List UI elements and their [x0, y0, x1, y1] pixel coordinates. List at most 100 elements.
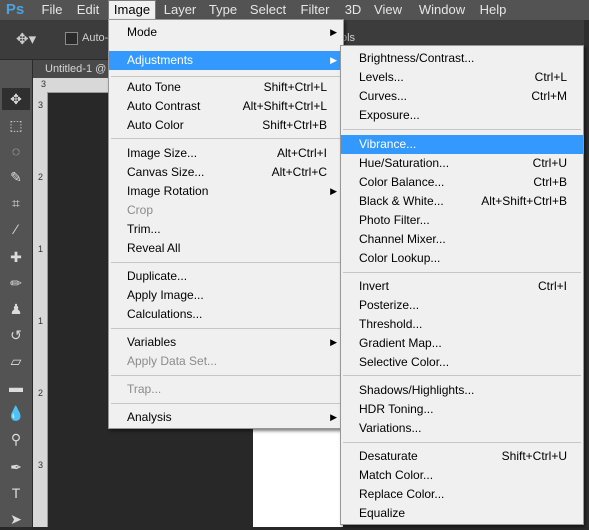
image-menu-auto-color[interactable]: Auto Color Shift+Ctrl+B — [109, 116, 343, 135]
image-menu-apply-data-set: Apply Data Set... — [127, 354, 218, 368]
vertical-ruler: 3 2 1 1 2 3 — [33, 92, 48, 527]
adj-desaturate[interactable]: Desaturate Shift+Ctrl+U — [341, 447, 583, 466]
adj-threshold[interactable]: Threshold... — [341, 315, 583, 334]
adj-hdr-toning[interactable]: HDR Toning... — [341, 400, 583, 419]
menu-separator — [111, 375, 341, 376]
image-menu: Mode ▶ Adjustments ▶ Auto Tone Shift+Ctrl+L… — [108, 19, 344, 429]
marquee-icon[interactable]: ⬚ — [2, 114, 30, 136]
adj-levels[interactable]: Levels... Ctrl+L — [341, 68, 583, 87]
quick-select-icon[interactable]: ✎ — [2, 166, 30, 188]
image-menu-calculations[interactable]: Calculations... — [109, 305, 343, 324]
submenu-arrow-icon: ▶ — [330, 412, 337, 422]
menu-file[interactable]: File — [35, 0, 69, 20]
ruler-mark: 3 — [38, 100, 44, 110]
adj-hue-saturation[interactable]: Hue/Saturation... Ctrl+U — [341, 154, 583, 173]
image-menu-image-rotation[interactable]: Image Rotation ▶ — [109, 182, 343, 201]
menu-separator — [343, 129, 581, 130]
ruler-mark: 2 — [38, 172, 44, 182]
move-icon[interactable]: ✥ — [2, 88, 30, 110]
submenu-arrow-icon: ▶ — [330, 27, 337, 37]
eyedropper-icon[interactable]: ⁄ — [2, 218, 30, 240]
ruler-mark: 3 — [41, 79, 47, 89]
ruler-mark: 1 — [38, 244, 44, 254]
adj-color-balance[interactable]: Color Balance... Ctrl+B — [341, 173, 583, 192]
photoshop-logo: Ps — [5, 1, 25, 18]
clone-stamp-icon[interactable]: ♟ — [2, 298, 30, 320]
menu-bar: Ps File Edit Image Layer Type Select Fil… — [0, 0, 589, 21]
dodge-icon[interactable]: ⚲ — [2, 428, 30, 450]
adj-black-white[interactable]: Black & White... Alt+Shift+Ctrl+B — [341, 192, 583, 211]
healing-brush-icon[interactable]: ✚ — [2, 246, 30, 268]
image-menu-canvas-size[interactable]: Canvas Size... Alt+Ctrl+C — [109, 163, 343, 182]
menu-window[interactable]: Window — [414, 0, 470, 20]
adj-color-lookup[interactable]: Color Lookup... — [341, 249, 583, 268]
adj-gradient-map[interactable]: Gradient Map... — [341, 334, 583, 353]
adjustments-submenu: Brightness/Contrast... Levels... Ctrl+L C… — [340, 45, 584, 525]
image-menu-auto-tone[interactable]: Auto Tone Shift+Ctrl+L — [109, 78, 343, 97]
adj-vibrance[interactable]: Vibrance... — [341, 135, 583, 154]
pen-icon[interactable]: ✒ — [2, 456, 30, 478]
menu-edit[interactable]: Edit — [72, 0, 104, 20]
image-menu-duplicate[interactable]: Duplicate... — [109, 267, 343, 286]
adj-variations[interactable]: Variations... — [341, 419, 583, 438]
menu-image[interactable]: Image — [108, 0, 156, 20]
image-menu-apply-image[interactable]: Apply Image... — [109, 286, 343, 305]
adj-exposure[interactable]: Exposure... — [341, 106, 583, 125]
ruler-mark: 3 — [38, 460, 44, 470]
menu-layer[interactable]: Layer — [160, 0, 200, 20]
image-menu-variables[interactable]: Variables ▶ — [109, 333, 343, 352]
image-menu-reveal-all[interactable]: Reveal All — [109, 239, 343, 258]
menu-filter[interactable]: Filter — [294, 0, 336, 20]
image-menu-adjustments[interactable]: Adjustments ▶ — [109, 51, 343, 70]
menu-type[interactable]: Type — [204, 0, 242, 20]
image-menu-image-size[interactable]: Image Size... Alt+Ctrl+I — [109, 144, 343, 163]
menu-view[interactable]: View — [370, 0, 406, 20]
type-icon[interactable]: T — [2, 482, 30, 504]
menu-separator — [111, 76, 341, 77]
adj-invert[interactable]: Invert Ctrl+I — [341, 277, 583, 296]
adj-posterize[interactable]: Posterize... — [341, 296, 583, 315]
adj-shadows-highlights[interactable]: Shadows/Highlights... — [341, 381, 583, 400]
adj-match-color[interactable]: Match Color... — [341, 466, 583, 485]
ruler-mark: 1 — [38, 316, 44, 326]
adj-photo-filter[interactable]: Photo Filter... — [341, 211, 583, 230]
tools-panel: ✥ ⬚ ◌ ✎ ⌗ ⁄ ✚ ✏ ♟ ↺ ▱ ▬ 💧 ⚲ ✒ T ➤ — [0, 60, 33, 527]
adj-replace-color[interactable]: Replace Color... — [341, 485, 583, 504]
adj-selective-color[interactable]: Selective Color... — [341, 353, 583, 372]
image-menu-crop: Crop — [127, 203, 154, 217]
adj-curves[interactable]: Curves... Ctrl+M — [341, 87, 583, 106]
image-menu-mode[interactable]: Mode ▶ — [109, 23, 343, 42]
gradient-icon[interactable]: ▬ — [2, 376, 30, 398]
menu-separator — [343, 272, 581, 273]
auto-select-label: Auto- — [82, 32, 109, 44]
menu-help[interactable]: Help — [476, 0, 510, 20]
menu-select[interactable]: Select — [246, 0, 290, 20]
brush-icon[interactable]: ✏ — [2, 272, 30, 294]
image-menu-analysis[interactable]: Analysis ▶ — [109, 408, 343, 427]
auto-select-checkbox[interactable] — [65, 32, 78, 45]
menu-separator — [111, 262, 341, 263]
image-menu-auto-contrast[interactable]: Auto Contrast Alt+Shift+Ctrl+L — [109, 97, 343, 116]
adj-brightness-contrast[interactable]: Brightness/Contrast... — [341, 49, 583, 68]
eraser-icon[interactable]: ▱ — [2, 350, 30, 372]
menu-separator — [111, 403, 341, 404]
image-menu-trap: Trap... — [127, 382, 162, 396]
submenu-arrow-icon: ▶ — [330, 337, 337, 347]
menu-separator — [111, 328, 341, 329]
adj-channel-mixer[interactable]: Channel Mixer... — [341, 230, 583, 249]
adj-equalize[interactable]: Equalize — [341, 504, 583, 523]
document-tab[interactable]: Untitled-1 @ — [33, 60, 113, 78]
move-tool-preset-icon[interactable]: ✥▾ — [16, 31, 42, 49]
crop-icon[interactable]: ⌗ — [2, 192, 30, 214]
history-brush-icon[interactable]: ↺ — [2, 324, 30, 346]
blur-icon[interactable]: 💧 — [2, 402, 30, 424]
lasso-icon[interactable]: ◌ — [2, 140, 30, 162]
menu-separator — [343, 375, 581, 376]
ruler-mark: 2 — [38, 388, 44, 398]
document-canvas[interactable] — [253, 427, 343, 527]
menu-3d[interactable]: 3D — [340, 0, 366, 20]
menu-separator — [111, 138, 341, 139]
submenu-arrow-icon: ▶ — [330, 186, 337, 196]
image-menu-trim[interactable]: Trim... — [109, 220, 343, 239]
horizontal-ruler: 3 — [33, 78, 113, 93]
